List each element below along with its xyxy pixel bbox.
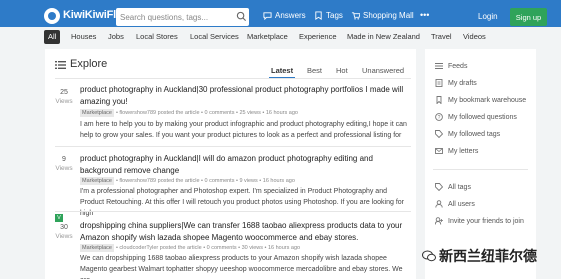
category-marketplace[interactable]: Marketplace <box>247 30 288 44</box>
category-all[interactable]: All <box>44 30 61 44</box>
logo-icon[interactable] <box>44 8 60 24</box>
brand-name[interactable]: KiwiKiwiFly <box>63 9 122 21</box>
draft-icon <box>435 79 443 87</box>
sidebar-item-label: My followed questions <box>448 113 517 121</box>
category-houses[interactable]: Houses <box>71 30 96 44</box>
post-excerpt: We can dropshipping 1688 taobao aliexpre… <box>80 255 403 279</box>
tab-unanswered[interactable]: Unanswered <box>362 66 404 75</box>
search-icon[interactable] <box>236 11 247 22</box>
category-videos[interactable]: Videos <box>463 30 486 44</box>
meta-text: • cloudcoderTyler posted the article • 0… <box>115 245 301 251</box>
question-title[interactable]: dropshipping china suppliers|We can tran… <box>80 220 410 244</box>
tag-icon <box>315 11 322 20</box>
views-number: 9 <box>62 156 66 163</box>
question-icon: ? <box>435 113 443 121</box>
post-meta: Marketplace • cloudcoderTyler posted the … <box>80 244 301 252</box>
watermark: 新西兰纽菲尔德 <box>422 246 537 266</box>
views-count: 25 Views <box>53 89 75 105</box>
nav-shopping-mall[interactable]: Shopping Mall <box>351 11 414 20</box>
tag-icon <box>435 130 443 138</box>
tab-best[interactable]: Best <box>307 66 322 75</box>
sidebar-item-label: Invite your friends to join <box>448 217 524 225</box>
tags-icon <box>435 183 443 191</box>
sidebar-item-label: All users <box>448 200 475 208</box>
sidebar-item-label: Feeds <box>448 62 468 70</box>
category-tag[interactable]: Marketplace <box>80 244 114 252</box>
category-jobs[interactable]: Jobs <box>108 30 124 44</box>
question-title[interactable]: product photography in Auckland|30 profe… <box>80 84 410 108</box>
letter-icon <box>435 148 443 154</box>
sidebar-item-letters[interactable]: My letters <box>435 147 478 155</box>
meta-text: • flowershow789 posted the article • 0 c… <box>115 178 295 184</box>
sidebar-item-bookmarks[interactable]: My bookmark warehouse <box>435 96 526 104</box>
category-bar: All Houses Jobs Local Stores Local Servi… <box>0 27 561 46</box>
sidebar: Feeds My drafts My bookmark warehouse ? … <box>425 49 536 279</box>
sidebar-item-feeds[interactable]: Feeds <box>435 62 467 70</box>
divider <box>55 211 411 212</box>
nav-tags-label: Tags <box>326 11 343 20</box>
sidebar-item-label: My letters <box>448 147 479 155</box>
nav-answers-label: Answers <box>275 11 306 20</box>
signup-button[interactable]: Sign up <box>510 8 547 26</box>
category-tag[interactable]: Marketplace <box>80 177 114 185</box>
sidebar-item-all-tags[interactable]: All tags <box>435 183 471 191</box>
category-experience[interactable]: Experience <box>299 30 337 44</box>
question-title[interactable]: product photography in Auckland|I will d… <box>80 153 410 177</box>
divider <box>433 169 528 170</box>
chat-icon <box>263 12 272 20</box>
cart-icon <box>351 12 360 20</box>
nav-answers[interactable]: Answers <box>263 11 306 20</box>
tab-latest[interactable]: Latest <box>271 66 293 75</box>
sidebar-item-label: My followed tags <box>448 130 501 138</box>
nav-shopping-mall-label: Shopping Mall <box>363 11 414 20</box>
wechat-icon <box>422 250 436 262</box>
sidebar-item-label: My bookmark warehouse <box>448 96 527 104</box>
list-icon <box>55 61 66 69</box>
views-label: Views <box>55 98 73 105</box>
views-number: 30 <box>60 224 68 231</box>
category-tag[interactable]: Marketplace <box>80 109 114 117</box>
search-input[interactable] <box>116 8 249 26</box>
divider <box>55 146 411 147</box>
category-travel[interactable]: Travel <box>431 30 452 44</box>
post-excerpt: I'm a professional photographer and Phot… <box>80 188 405 217</box>
post-excerpt: I am here to help you to by making your … <box>80 121 407 139</box>
sidebar-item-label: All tags <box>448 183 471 191</box>
watermark-text: 新西兰纽菲尔德 <box>439 249 537 265</box>
category-local-stores[interactable]: Local Stores <box>136 30 178 44</box>
users-icon <box>435 200 443 208</box>
meta-text: • flowershow789 posted the article • 0 c… <box>115 110 298 116</box>
explore-panel: Explore Latest Best Hot Unanswered 25 Vi… <box>45 49 416 279</box>
bookmark-icon <box>436 96 442 104</box>
views-label: Views <box>55 233 73 240</box>
login-link[interactable]: Login <box>478 12 498 21</box>
sidebar-item-all-users[interactable]: All users <box>435 200 475 208</box>
svg-text:?: ? <box>438 115 441 121</box>
views-count: 9 Views <box>53 156 75 172</box>
verified-badge: V <box>55 214 63 222</box>
more-menu[interactable]: ••• <box>420 10 429 20</box>
category-local-services[interactable]: Local Services <box>190 30 239 44</box>
divider <box>55 78 411 79</box>
sidebar-item-followed-questions[interactable]: ? My followed questions <box>435 113 517 121</box>
views-count: 30 Views <box>53 224 75 240</box>
tab-hot[interactable]: Hot <box>336 66 348 75</box>
list-icon <box>435 63 443 69</box>
sidebar-item-invite[interactable]: Invite your friends to join <box>435 217 524 225</box>
category-made-in-new-zealand[interactable]: Made in New Zealand <box>347 30 420 44</box>
views-label: Views <box>55 165 73 172</box>
nav-tags[interactable]: Tags <box>314 11 343 20</box>
sidebar-item-label: My drafts <box>448 79 477 87</box>
views-number: 25 <box>60 89 68 96</box>
page-title: Explore <box>70 58 108 70</box>
post-meta: Marketplace • flowershow789 posted the ar… <box>80 109 298 117</box>
post-meta: Marketplace • flowershow789 posted the ar… <box>80 177 295 185</box>
invite-icon <box>435 217 443 225</box>
sidebar-item-followed-tags[interactable]: My followed tags <box>435 130 500 138</box>
sidebar-item-drafts[interactable]: My drafts <box>435 79 477 87</box>
